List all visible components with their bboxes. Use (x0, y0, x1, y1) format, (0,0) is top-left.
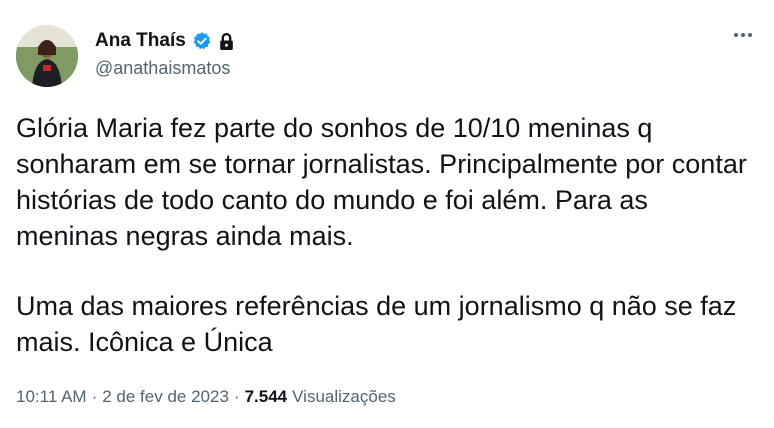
meta-separator: · (233, 387, 240, 406)
more-horizontal-icon[interactable] (734, 33, 752, 37)
views-count: 7.544 (244, 387, 288, 406)
tweet-meta: 10:11 AM · 2 de fev de 2023 · 7.544 Visu… (16, 387, 396, 407)
avatar-photo (16, 25, 78, 87)
author-display-name[interactable]: Ana Thaís (95, 30, 186, 52)
lock-icon (218, 32, 235, 51)
author-name-row: Ana Thaís (95, 30, 235, 52)
tweet-date[interactable]: 2 de fev de 2023 (102, 387, 229, 407)
avatar[interactable] (16, 25, 78, 87)
tweet-text: Glória Maria fez parte do sonhos de 10/1… (16, 110, 756, 360)
tweet-card: Ana Thaís @anathaismatos Glória Maria fe… (0, 0, 774, 428)
meta-separator: · (91, 387, 98, 406)
tweet-paragraph-1: Glória Maria fez parte do sonhos de 10/1… (16, 113, 755, 251)
verified-badge-icon (192, 31, 212, 51)
tweet-time[interactable]: 10:11 AM (16, 387, 87, 407)
tweet-paragraph-2: Uma das maiores referências de um jornal… (16, 291, 744, 357)
author-handle[interactable]: @anathaismatos (95, 58, 230, 79)
views-label: Visualizações (292, 387, 396, 406)
